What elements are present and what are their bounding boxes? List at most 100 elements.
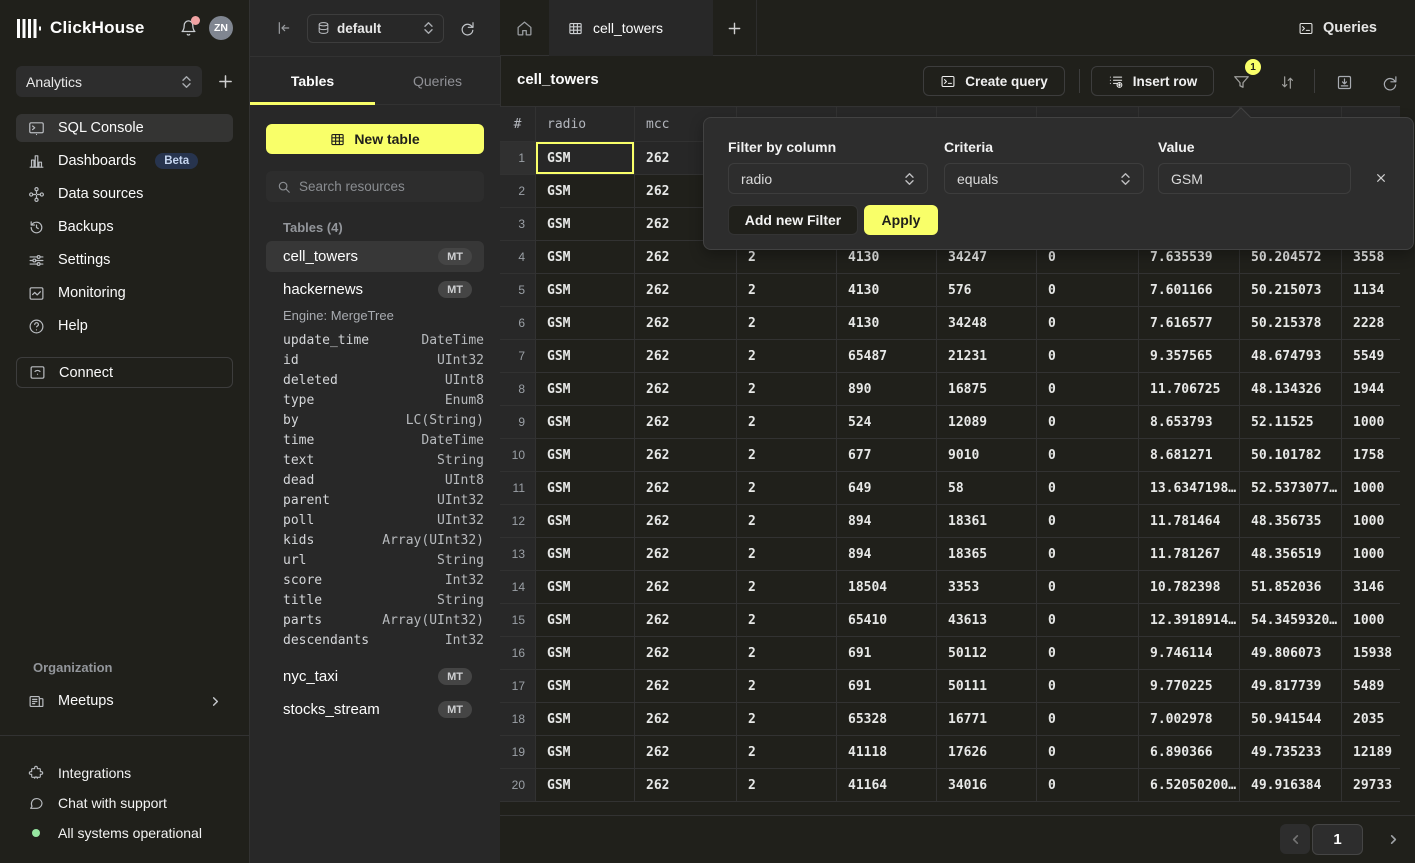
sidebar-item-monitoring[interactable]: Monitoring <box>16 279 233 307</box>
grid-cell[interactable]: 16875 <box>937 373 1037 406</box>
grid-cell[interactable]: 0 <box>1037 769 1139 802</box>
grid-cell[interactable]: 262 <box>635 505 737 538</box>
sidebar-item-data-sources[interactable]: Data sources <box>16 180 233 208</box>
grid-cell[interactable]: 7.616577 <box>1139 307 1240 340</box>
grid-cell[interactable]: 0 <box>1037 703 1139 736</box>
grid-cell[interactable]: 65410 <box>837 604 937 637</box>
grid-cell[interactable]: 4130 <box>837 274 937 307</box>
grid-cell[interactable]: 262 <box>635 274 737 307</box>
grid-cell[interactable]: 0 <box>1037 604 1139 637</box>
grid-cell[interactable]: 6.890366 <box>1139 736 1240 769</box>
grid-cell[interactable]: 6.52050200… <box>1139 769 1240 802</box>
grid-cell[interactable]: 52.5373077… <box>1240 472 1342 505</box>
prev-page-button[interactable] <box>1280 824 1310 854</box>
grid-cell[interactable]: 54.3459320… <box>1240 604 1342 637</box>
grid-cell[interactable]: 2 <box>737 571 837 604</box>
grid-cell[interactable]: 11.781464 <box>1139 505 1240 538</box>
grid-cell[interactable]: 576 <box>937 274 1037 307</box>
sidebar-item-sql-console[interactable]: SQL Console <box>16 114 233 142</box>
grid-cell[interactable]: 50.215073 <box>1240 274 1342 307</box>
grid-cell[interactable]: 262 <box>635 637 737 670</box>
grid-cell[interactable]: 2 <box>737 505 837 538</box>
grid-cell[interactable]: 8.681271 <box>1139 439 1240 472</box>
grid-cell[interactable]: 262 <box>635 769 737 802</box>
notifications-button[interactable] <box>180 19 197 37</box>
avatar[interactable]: ZN <box>209 16 233 40</box>
grid-cell[interactable]: 8.653793 <box>1139 406 1240 439</box>
grid-cell[interactable]: 18365 <box>937 538 1037 571</box>
grid-cell[interactable]: 1944 <box>1342 373 1400 406</box>
grid-cell[interactable]: GSM <box>536 142 635 175</box>
grid-cell[interactable]: 524 <box>837 406 937 439</box>
grid-cell[interactable]: 65487 <box>837 340 937 373</box>
grid-cell[interactable]: 2 <box>737 274 837 307</box>
grid-cell[interactable]: 2 <box>737 307 837 340</box>
grid-cell[interactable]: 13.6347198… <box>1139 472 1240 505</box>
grid-cell[interactable]: 0 <box>1037 340 1139 373</box>
grid-cell[interactable]: 0 <box>1037 472 1139 505</box>
grid-cell[interactable]: 1000 <box>1342 538 1400 571</box>
grid-cell[interactable]: 0 <box>1037 439 1139 472</box>
grid-cell[interactable]: 9.357565 <box>1139 340 1240 373</box>
grid-cell[interactable]: 12089 <box>937 406 1037 439</box>
sidebar-item-dashboards[interactable]: DashboardsBeta <box>16 147 233 175</box>
grid-cell[interactable]: 9.746114 <box>1139 637 1240 670</box>
grid-cell[interactable]: 0 <box>1037 373 1139 406</box>
table-item-stocks-stream[interactable]: stocks_streamMT <box>266 694 484 725</box>
filter-button[interactable] <box>1229 72 1253 92</box>
collapse-panel-button[interactable] <box>276 20 292 36</box>
grid-cell[interactable]: 2 <box>737 538 837 571</box>
grid-cell[interactable]: 34248 <box>937 307 1037 340</box>
grid-cell[interactable]: 0 <box>1037 307 1139 340</box>
grid-cell[interactable]: 1000 <box>1342 472 1400 505</box>
home-tab-button[interactable] <box>500 0 549 56</box>
grid-cell[interactable]: 50112 <box>937 637 1037 670</box>
sort-button[interactable] <box>1275 72 1299 92</box>
tab-tables[interactable]: Tables <box>250 57 375 104</box>
footer-item-integrations[interactable]: Integrations <box>16 758 233 788</box>
workspace-select[interactable]: Analytics <box>16 66 202 97</box>
grid-cell[interactable]: 1000 <box>1342 406 1400 439</box>
tab-cell-towers[interactable]: cell_towers <box>549 0 713 56</box>
sidebar-item-backups[interactable]: Backups <box>16 213 233 241</box>
grid-cell[interactable]: 262 <box>635 472 737 505</box>
add-workspace-button[interactable] <box>218 74 233 89</box>
grid-cell[interactable]: 0 <box>1037 637 1139 670</box>
grid-cell[interactable]: 48.356735 <box>1240 505 1342 538</box>
sidebar-item-help[interactable]: Help <box>16 312 233 340</box>
grid-cell[interactable]: 50111 <box>937 670 1037 703</box>
grid-cell[interactable]: 49.916384 <box>1240 769 1342 802</box>
footer-item-all-systems-operational[interactable]: All systems operational <box>16 818 233 848</box>
grid-cell[interactable]: 2 <box>737 769 837 802</box>
grid-cell[interactable]: GSM <box>536 175 635 208</box>
grid-cell[interactable]: 2 <box>737 604 837 637</box>
grid-cell[interactable]: GSM <box>536 208 635 241</box>
new-table-button[interactable]: New table <box>266 124 484 154</box>
grid-cell[interactable]: GSM <box>536 769 635 802</box>
grid-cell[interactable]: 894 <box>837 505 937 538</box>
filter-criteria-select[interactable]: equals <box>944 163 1144 194</box>
grid-cell[interactable]: 12.3918914… <box>1139 604 1240 637</box>
grid-cell[interactable]: GSM <box>536 538 635 571</box>
queries-button[interactable]: Queries <box>1298 0 1377 56</box>
grid-cell[interactable]: 9.770225 <box>1139 670 1240 703</box>
grid-cell[interactable]: 262 <box>635 439 737 472</box>
grid-cell[interactable]: 262 <box>635 373 737 406</box>
footer-item-chat-with-support[interactable]: Chat with support <box>16 788 233 818</box>
grid-cell[interactable]: 262 <box>635 604 737 637</box>
grid-cell[interactable]: 3146 <box>1342 571 1400 604</box>
grid-cell[interactable]: 41118 <box>837 736 937 769</box>
grid-cell[interactable]: 48.134326 <box>1240 373 1342 406</box>
grid-cell[interactable]: GSM <box>536 241 635 274</box>
grid-cell[interactable]: 1134 <box>1342 274 1400 307</box>
search-input[interactable]: Search resources <box>266 171 484 202</box>
grid-cell[interactable]: 18504 <box>837 571 937 604</box>
grid-cell[interactable]: 262 <box>635 670 737 703</box>
table-item-nyc-taxi[interactable]: nyc_taxiMT <box>266 661 484 692</box>
grid-cell[interactable]: 3353 <box>937 571 1037 604</box>
grid-cell[interactable]: 48.356519 <box>1240 538 1342 571</box>
grid-cell[interactable]: 4130 <box>837 307 937 340</box>
grid-cell[interactable]: 2035 <box>1342 703 1400 736</box>
grid-cell[interactable]: 2 <box>737 340 837 373</box>
grid-cell[interactable]: 5549 <box>1342 340 1400 373</box>
